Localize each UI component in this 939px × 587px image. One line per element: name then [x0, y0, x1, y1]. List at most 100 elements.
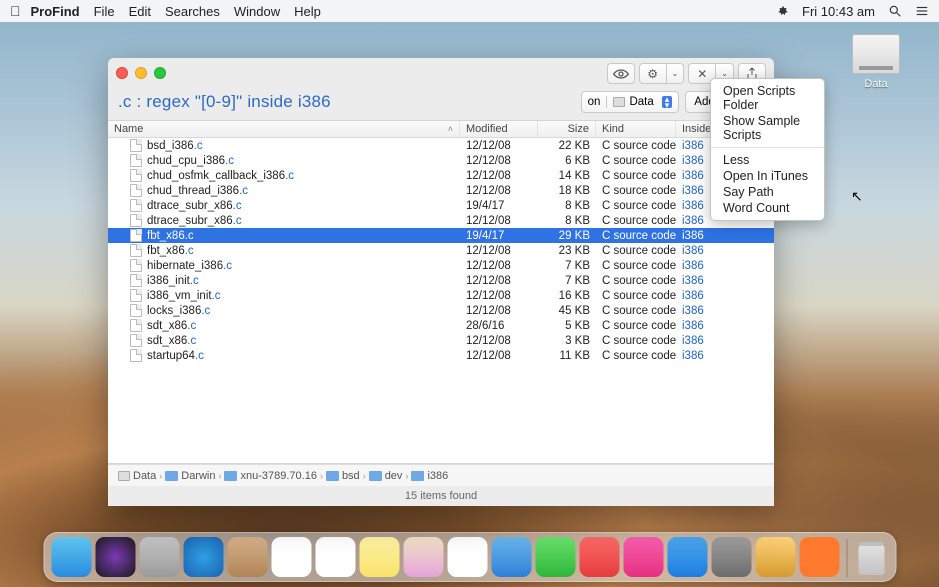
table-row[interactable]: locks_i386.c12/12/0845 KBC source codei3…: [108, 303, 774, 318]
dock-preferences[interactable]: [711, 537, 751, 577]
table-row[interactable]: chud_osfmk_callback_i386.c12/12/0814 KBC…: [108, 168, 774, 183]
zoom-button[interactable]: [154, 67, 166, 79]
menu-edit[interactable]: Edit: [129, 4, 151, 19]
file-kind: C source code: [596, 140, 676, 152]
col-size[interactable]: Size: [538, 121, 596, 137]
titlebar[interactable]: ⚙︎ ⌄ ✕ ⌄: [108, 58, 774, 88]
menu-help[interactable]: Help: [294, 4, 321, 19]
scripts-menu: Open Scripts Folder Show Sample Scripts …: [710, 78, 825, 221]
breadcrumb-item[interactable]: xnu-3789.70.16: [224, 470, 316, 482]
table-row[interactable]: dtrace_subr_x86.c12/12/088 KBC source co…: [108, 213, 774, 228]
folder-icon: [411, 471, 424, 481]
col-name[interactable]: Name˄: [108, 121, 460, 137]
menu-file[interactable]: File: [94, 4, 115, 19]
dock-photos[interactable]: [447, 537, 487, 577]
breadcrumb-item[interactable]: i386: [411, 470, 448, 482]
table-row[interactable]: dtrace_subr_x86.c19/4/178 KBC source cod…: [108, 198, 774, 213]
scope-selector[interactable]: on Data▴▾: [581, 91, 680, 113]
file-size: 3 KB: [538, 335, 596, 347]
quicklook-button[interactable]: [607, 63, 635, 84]
disk-icon: [118, 471, 130, 481]
profind-menubar-icon[interactable]: [775, 4, 790, 18]
menu-less[interactable]: Less: [711, 152, 824, 168]
dock-contacts[interactable]: [227, 537, 267, 577]
chevron-right-icon: ›: [320, 471, 323, 481]
table-row[interactable]: hibernate_i386.c12/12/087 KBC source cod…: [108, 258, 774, 273]
gear-dropdown[interactable]: ⌄: [666, 63, 685, 84]
status-bar: 15 items found: [108, 486, 774, 506]
file-icon: [130, 214, 142, 227]
dock-siri[interactable]: [95, 537, 135, 577]
file-name: bsd_i386.c: [147, 140, 203, 152]
menu-show-sample-scripts[interactable]: Show Sample Scripts: [711, 113, 824, 143]
dock-notes[interactable]: [359, 537, 399, 577]
table-row[interactable]: chud_cpu_i386.c12/12/086 KBC source code…: [108, 153, 774, 168]
file-icon: [130, 334, 142, 347]
file-size: 11 KB: [538, 350, 596, 362]
breadcrumb-item[interactable]: dev: [369, 470, 403, 482]
table-row[interactable]: chud_thread_i386.c12/12/0818 KBC source …: [108, 183, 774, 198]
file-kind: C source code: [596, 290, 676, 302]
table-row[interactable]: bsd_i386.c12/12/0822 KBC source codei386: [108, 138, 774, 153]
dock-appstore[interactable]: [667, 537, 707, 577]
table-row[interactable]: i386_init.c12/12/087 KBC source codei386: [108, 273, 774, 288]
dock-launchpad[interactable]: [139, 537, 179, 577]
col-kind[interactable]: Kind: [596, 121, 676, 137]
table-row[interactable]: sdt_x86.c12/12/083 KBC source codei386: [108, 333, 774, 348]
disk-icon: [852, 34, 900, 74]
dock-binoculars[interactable]: [799, 537, 839, 577]
file-size: 7 KB: [538, 260, 596, 272]
col-modified[interactable]: Modified: [460, 121, 538, 137]
dock-maps[interactable]: [403, 537, 443, 577]
file-icon: [130, 199, 142, 212]
file-icon: [130, 229, 142, 242]
close-button[interactable]: [116, 67, 128, 79]
file-size: 14 KB: [538, 170, 596, 182]
file-kind: C source code: [596, 245, 676, 257]
chevron-right-icon: ›: [159, 471, 162, 481]
dock-music[interactable]: [623, 537, 663, 577]
search-query[interactable]: .c : regex "[0-9]" inside i386: [118, 92, 575, 112]
breadcrumb-item[interactable]: bsd: [326, 470, 360, 482]
file-name: startup64.c: [147, 350, 204, 362]
table-row[interactable]: startup64.c12/12/0811 KBC source codei38…: [108, 348, 774, 363]
menu-open-in-itunes[interactable]: Open In iTunes: [711, 168, 824, 184]
file-kind: C source code: [596, 155, 676, 167]
file-size: 29 KB: [538, 230, 596, 242]
dock-messages[interactable]: [535, 537, 575, 577]
dock-news[interactable]: [579, 537, 619, 577]
file-icon: [130, 244, 142, 257]
file-modified: 28/6/16: [460, 320, 538, 332]
table-row[interactable]: sdt_x86.c28/6/165 KBC source codei386: [108, 318, 774, 333]
file-kind: C source code: [596, 275, 676, 287]
apple-menu-icon[interactable]: : [10, 3, 21, 19]
dock-profind[interactable]: [755, 537, 795, 577]
table-row[interactable]: fbt_x86.c12/12/0823 KBC source codei386: [108, 243, 774, 258]
app-name[interactable]: ProFind: [31, 4, 80, 19]
control-center-icon[interactable]: [914, 4, 929, 18]
menu-window[interactable]: Window: [234, 4, 280, 19]
spotlight-icon[interactable]: [887, 4, 902, 18]
dock-calendar[interactable]: [271, 537, 311, 577]
breadcrumb-item[interactable]: Data: [118, 470, 156, 482]
table-row[interactable]: fbt_x86.c19/4/1729 KBC source codei386: [108, 228, 774, 243]
menu-say-path[interactable]: Say Path: [711, 184, 824, 200]
dock-reminders[interactable]: [315, 537, 355, 577]
file-name: dtrace_subr_x86.c: [147, 215, 242, 227]
dock-trash[interactable]: [854, 539, 888, 577]
breadcrumb-item[interactable]: Darwin: [165, 470, 215, 482]
menu-word-count[interactable]: Word Count: [711, 200, 824, 216]
dock-mail[interactable]: [491, 537, 531, 577]
dock-finder[interactable]: [51, 537, 91, 577]
clock[interactable]: Fri 10:43 am: [802, 4, 875, 19]
menu-searches[interactable]: Searches: [165, 4, 220, 19]
menu-open-scripts-folder[interactable]: Open Scripts Folder: [711, 83, 824, 113]
file-modified: 12/12/08: [460, 155, 538, 167]
file-inside: i386: [676, 260, 774, 272]
table-body: bsd_i386.c12/12/0822 KBC source codei386…: [108, 138, 774, 463]
dock-safari[interactable]: [183, 537, 223, 577]
minimize-button[interactable]: [135, 67, 147, 79]
table-row[interactable]: i386_vm_init.c12/12/0816 KBC source code…: [108, 288, 774, 303]
gear-button[interactable]: ⚙︎: [639, 63, 667, 84]
desktop-drive[interactable]: Data: [845, 34, 907, 90]
